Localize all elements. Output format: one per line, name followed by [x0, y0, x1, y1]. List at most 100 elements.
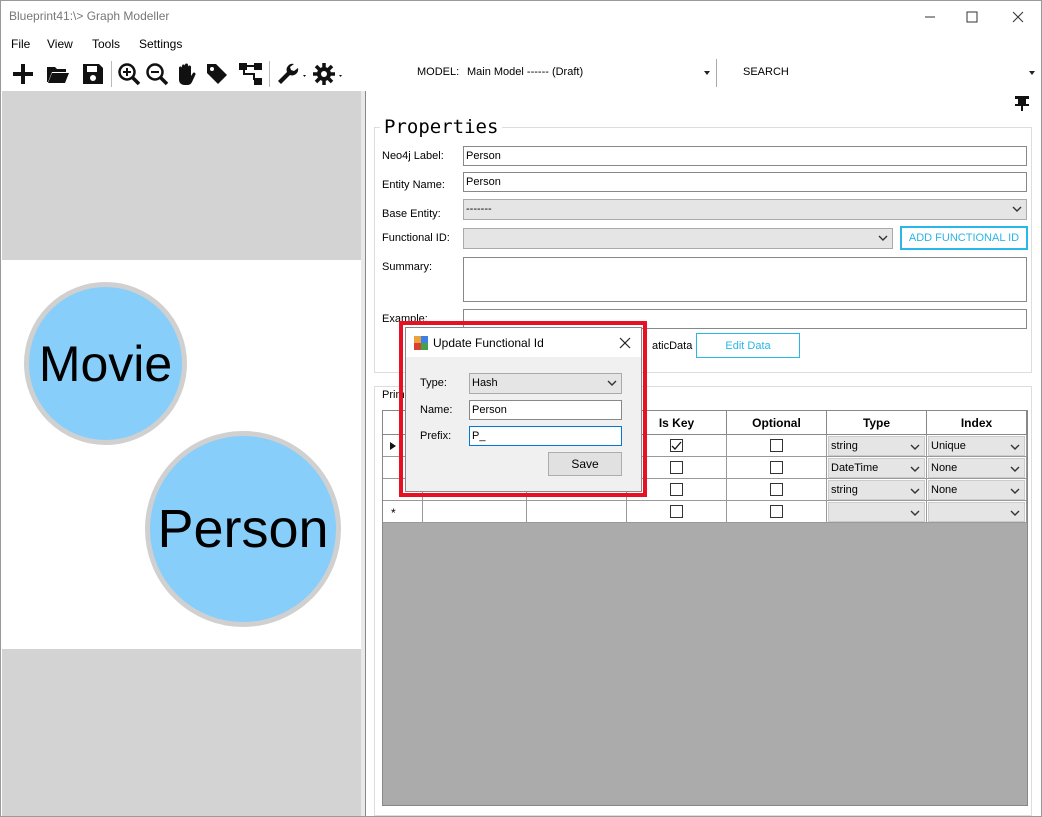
app-icon [414, 336, 428, 350]
open-button[interactable] [45, 61, 71, 87]
index-value: None [931, 462, 958, 474]
cell-optional[interactable] [727, 435, 827, 457]
row-pointer-icon [390, 442, 396, 450]
functional-id-select[interactable] [463, 228, 893, 249]
search-dropdown-icon[interactable] [1029, 71, 1035, 75]
pan-button[interactable] [173, 61, 199, 87]
cell-index[interactable]: None [927, 457, 1027, 479]
maximize-button[interactable] [949, 1, 995, 32]
header-type[interactable]: Type [827, 411, 927, 434]
zoom-out-button[interactable] [144, 61, 170, 87]
cell-type[interactable]: string [827, 435, 927, 457]
cell-type[interactable]: DateTime [827, 457, 927, 479]
minimize-button[interactable] [907, 1, 953, 32]
chevron-down-icon [878, 235, 888, 241]
tools-dropdown-button[interactable] [275, 61, 309, 87]
model-select[interactable]: Main Model ------ (Draft) [467, 63, 713, 85]
index-select[interactable]: Unique [928, 436, 1025, 456]
dialog-name-field[interactable]: Person [469, 400, 622, 420]
update-functional-id-dialog: Update Functional Id Type: Hash Name: Pe… [405, 327, 642, 492]
save-button[interactable] [80, 61, 106, 87]
close-button[interactable] [995, 1, 1041, 32]
type-value: string [831, 440, 858, 452]
cell-type[interactable] [827, 501, 927, 523]
new-button[interactable] [10, 61, 36, 87]
zoom-in-icon [118, 63, 141, 86]
toolbar-separator [269, 61, 270, 87]
index-value: Unique [931, 440, 966, 452]
dialog-title: Update Functional Id [433, 336, 544, 350]
neo4j-label-field[interactable]: Person [463, 146, 1027, 166]
dialog-type-select[interactable]: Hash [469, 373, 622, 394]
name-caption: Name: [420, 404, 453, 416]
add-functional-id-label: ADD FUNCTIONAL ID [908, 232, 1020, 244]
chevron-down-icon [1010, 466, 1020, 472]
cell-type[interactable]: string [827, 479, 927, 501]
graph-node-person[interactable]: Person [145, 431, 341, 627]
type-select[interactable]: string [828, 480, 925, 500]
edit-data-label: Edit Data [725, 339, 771, 352]
summary-field[interactable] [463, 257, 1027, 302]
type-select[interactable] [828, 502, 925, 522]
cell-optional[interactable] [727, 501, 827, 523]
dialog-close-button[interactable] [616, 334, 634, 352]
wrench-icon [278, 63, 306, 84]
tag-button[interactable] [204, 61, 230, 87]
index-select[interactable]: None [928, 458, 1025, 478]
title-bar: Blueprint41:\> Graph Modeller [1, 1, 1041, 32]
new-table-row[interactable]: * [383, 501, 1027, 523]
cell-index[interactable]: Unique [927, 435, 1027, 457]
cell-column-2[interactable] [527, 501, 627, 523]
chevron-down-icon [1010, 444, 1020, 450]
neo4j-label-value: Person [466, 150, 501, 162]
optional-checkbox[interactable] [770, 461, 783, 474]
app-window: Blueprint41:\> Graph Modeller File View … [0, 0, 1042, 817]
new-row-marker: * [383, 501, 423, 523]
chevron-down-icon [1010, 510, 1020, 516]
edit-data-button[interactable]: Edit Data [696, 333, 800, 358]
zoom-in-button[interactable] [116, 61, 142, 87]
zoom-out-icon [146, 63, 169, 86]
index-select[interactable]: None [928, 480, 1025, 500]
graph-canvas[interactable]: Movie Person [2, 91, 361, 816]
is-key-checkbox[interactable] [670, 483, 683, 496]
optional-checkbox[interactable] [770, 505, 783, 518]
menu-view[interactable]: View [47, 37, 73, 51]
type-select[interactable]: string [828, 436, 925, 456]
base-entity-select[interactable]: ------- [463, 199, 1027, 220]
entity-name-caption: Entity Name: [382, 179, 445, 191]
cell-optional[interactable] [727, 457, 827, 479]
is-key-checkbox[interactable] [670, 439, 683, 452]
header-index[interactable]: Index [927, 411, 1027, 434]
entity-name-field[interactable]: Person [463, 172, 1027, 192]
header-optional[interactable]: Optional [727, 411, 827, 434]
menu-tools[interactable]: Tools [92, 37, 120, 51]
search-label[interactable]: SEARCH [743, 66, 789, 78]
maximize-icon [966, 11, 978, 22]
settings-dropdown-button[interactable] [311, 61, 345, 87]
hierarchy-button[interactable] [238, 61, 264, 87]
index-select[interactable] [928, 502, 1025, 522]
is-key-checkbox[interactable] [670, 505, 683, 518]
dialog-title-bar: Update Functional Id [406, 328, 641, 357]
optional-checkbox[interactable] [770, 483, 783, 496]
model-select-value: Main Model ------ (Draft) [467, 66, 584, 78]
hierarchy-icon [239, 63, 262, 85]
cell-is-key[interactable] [627, 501, 727, 523]
type-value: string [831, 484, 858, 496]
pin-button[interactable] [1014, 95, 1030, 114]
dialog-save-button[interactable]: Save [548, 452, 622, 476]
cell-name[interactable] [423, 501, 527, 523]
type-select[interactable]: DateTime [828, 458, 925, 478]
dialog-prefix-field[interactable]: P_ [469, 426, 622, 446]
add-functional-id-button[interactable]: ADD FUNCTIONAL ID [900, 226, 1028, 250]
graph-node-movie[interactable]: Movie [24, 282, 187, 445]
menu-settings[interactable]: Settings [139, 37, 182, 51]
cell-optional[interactable] [727, 479, 827, 501]
menu-file[interactable]: File [11, 37, 30, 51]
cell-index[interactable] [927, 501, 1027, 523]
minimize-icon [925, 16, 935, 17]
optional-checkbox[interactable] [770, 439, 783, 452]
is-key-checkbox[interactable] [670, 461, 683, 474]
cell-index[interactable]: None [927, 479, 1027, 501]
